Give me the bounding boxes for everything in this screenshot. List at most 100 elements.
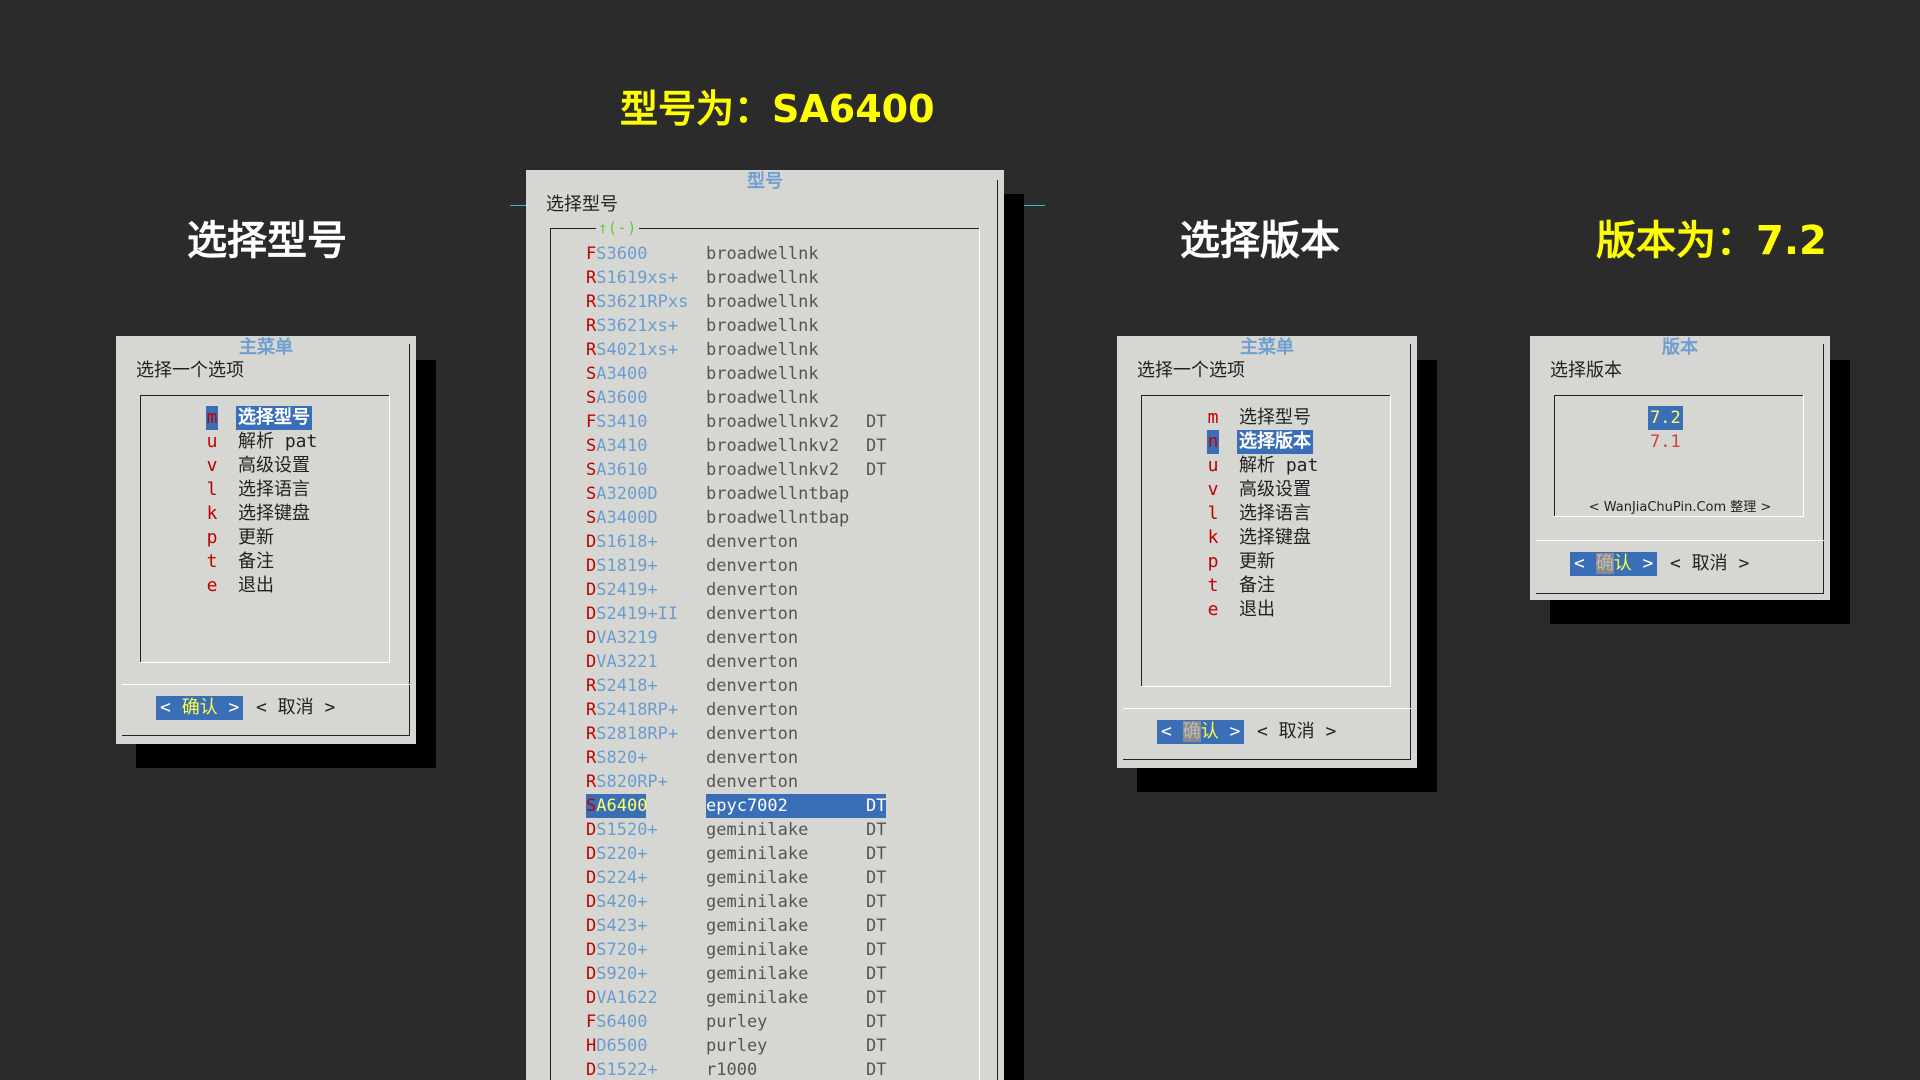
- model-row[interactable]: RS820RP+ denverton: [586, 770, 906, 794]
- cancel-button[interactable]: < 取消 >: [1670, 552, 1749, 576]
- model-row[interactable]: SA3600 broadwellnk: [586, 386, 906, 410]
- model-platform: geminilake: [706, 916, 809, 936]
- model-platform: broadwellnk: [706, 268, 819, 288]
- model-row[interactable]: DS1520+ geminilake DT: [586, 818, 906, 842]
- model-name: RS2418RP+: [586, 700, 679, 720]
- menu-item-label: 选择型号: [1239, 407, 1311, 428]
- model-name: DS1522+: [586, 1060, 658, 1080]
- menu-item-hotkey: n: [1207, 430, 1219, 454]
- model-row[interactable]: HD6500 purley DT: [586, 1034, 906, 1058]
- menu-item-label: 选择版本: [1237, 430, 1313, 454]
- model-row[interactable]: DS1618+ denverton: [586, 530, 906, 554]
- model-platform: r1000: [706, 1060, 758, 1080]
- menu-item-hotkey: e: [1207, 599, 1219, 620]
- model-row[interactable]: DS423+ geminilake DT: [586, 914, 906, 938]
- cancel-button[interactable]: < 取消 >: [1257, 720, 1336, 744]
- model-row[interactable]: DS2419+ denverton: [586, 578, 906, 602]
- dialog-prompt: 选择一个选项: [1137, 360, 1245, 381]
- model-row[interactable]: DS220+ geminilake DT: [586, 842, 906, 866]
- model-name: DVA1622: [586, 988, 658, 1008]
- ok-button[interactable]: < 确认 >: [1157, 720, 1245, 744]
- model-tag: DT: [866, 1060, 887, 1080]
- menu-item-hotkey: m: [1207, 407, 1219, 428]
- dialog-prompt: 选择版本: [1550, 360, 1622, 381]
- model-name: SA6400: [586, 794, 648, 818]
- watermark: < WanJiaChuPin.Com 整理 >: [1588, 500, 1772, 515]
- model-platform: broadwellnk: [706, 340, 819, 360]
- model-row[interactable]: RS1619xs+ broadwellnk: [586, 266, 906, 290]
- model-row[interactable]: SA3400D broadwellntbap: [586, 506, 906, 530]
- model-row[interactable]: FS3600 broadwellnk: [586, 242, 906, 266]
- model-platform: geminilake: [706, 844, 809, 864]
- model-row[interactable]: DVA3219 denverton: [586, 626, 906, 650]
- model-name: DS1520+: [586, 820, 658, 840]
- model-name: DVA3221: [586, 652, 658, 672]
- dialog-title: 版本: [1662, 337, 1698, 358]
- dialog-title: 主菜单: [239, 337, 293, 358]
- model-name: RS3621xs+: [586, 316, 679, 336]
- model-row[interactable]: SA3400 broadwellnk: [586, 362, 906, 386]
- model-list[interactable]: FS3600 broadwellnk RS1619xs+ broadwellnk RS3…: [586, 242, 906, 1080]
- model-tag: DT: [866, 868, 887, 888]
- ok-button[interactable]: < 确认 >: [1570, 552, 1658, 576]
- cancel-button[interactable]: < 取消 >: [256, 696, 335, 720]
- model-row[interactable]: RS3621RPxs broadwellnk: [586, 290, 906, 314]
- model-row[interactable]: RS820+ denverton: [586, 746, 906, 770]
- model-row[interactable]: SA3200D broadwellntbap: [586, 482, 906, 506]
- model-row[interactable]: DVA1622 geminilake DT: [586, 986, 906, 1010]
- ok-button[interactable]: < 确认 >: [156, 696, 244, 720]
- model-name: DS1618+: [586, 532, 658, 552]
- caption-select-model: 选择型号: [187, 218, 347, 264]
- model-row[interactable]: FS3410 broadwellnkv2 DT: [586, 410, 906, 434]
- model-platform: broadwellnkv2: [706, 436, 840, 456]
- menu-item-hotkey: u: [1207, 455, 1219, 476]
- menu-item-hotkey: p: [1207, 551, 1219, 572]
- model-platform: broadwellnk: [706, 244, 819, 264]
- model-row[interactable]: RS2818RP+ denverton: [586, 722, 906, 746]
- model-platform: geminilake: [706, 820, 809, 840]
- version-option-selected[interactable]: 7.2: [1648, 406, 1683, 430]
- menu-item-label: 选择键盘: [1239, 527, 1311, 548]
- model-name: DVA3219: [586, 628, 658, 648]
- model-platform: epyc7002: [706, 794, 866, 818]
- model-platform: purley: [706, 1012, 768, 1032]
- model-name: RS3621RPxs: [586, 292, 689, 312]
- model-row[interactable]: DS420+ geminilake DT: [586, 890, 906, 914]
- menu-item-label: 选择语言: [1239, 503, 1311, 524]
- dialog-title: 型号: [747, 171, 783, 192]
- model-platform: denverton: [706, 532, 799, 552]
- model-row[interactable]: RS4021xs+ broadwellnk: [586, 338, 906, 362]
- model-row[interactable]: DS920+ geminilake DT: [586, 962, 906, 986]
- model-row[interactable]: FS6400 purley DT: [586, 1010, 906, 1034]
- model-name: FS6400: [586, 1012, 648, 1032]
- model-name: FS3410: [586, 412, 648, 432]
- model-platform: broadwellnk: [706, 388, 819, 408]
- model-row[interactable]: RS2418+ denverton: [586, 674, 906, 698]
- model-row[interactable]: DS1819+ denverton: [586, 554, 906, 578]
- model-row[interactable]: RS3621xs+ broadwellnk: [586, 314, 906, 338]
- model-name: SA3400: [586, 364, 648, 384]
- model-row[interactable]: SA3410 broadwellnkv2 DT: [586, 434, 906, 458]
- menu-item-hotkey: t: [206, 551, 218, 572]
- model-tag: DT: [866, 988, 887, 1008]
- model-platform: denverton: [706, 580, 799, 600]
- model-name: DS224+: [586, 868, 648, 888]
- model-row[interactable]: RS2418RP+ denverton: [586, 698, 906, 722]
- version-option[interactable]: 7.1: [1650, 430, 1681, 454]
- model-name: DS920+: [586, 964, 648, 984]
- model-row[interactable]: DS720+ geminilake DT: [586, 938, 906, 962]
- menu-item-label: 备注: [1239, 575, 1275, 596]
- menu-item-hotkey: m: [206, 406, 218, 430]
- model-tag: DT: [866, 1036, 887, 1056]
- model-platform: geminilake: [706, 940, 809, 960]
- model-row[interactable]: DVA3221 denverton: [586, 650, 906, 674]
- model-row[interactable]: DS2419+II denverton: [586, 602, 906, 626]
- model-row[interactable]: DS224+ geminilake DT: [586, 866, 906, 890]
- model-name: RS820RP+: [586, 772, 668, 792]
- menu-item-label: 高级设置: [238, 455, 310, 476]
- model-platform: geminilake: [706, 868, 809, 888]
- model-row[interactable]: DS1522+ r1000 DT: [586, 1058, 906, 1080]
- model-platform: geminilake: [706, 988, 809, 1008]
- model-row-selected[interactable]: SA6400 epyc7002 DT: [586, 794, 906, 818]
- model-row[interactable]: SA3610 broadwellnkv2 DT: [586, 458, 906, 482]
